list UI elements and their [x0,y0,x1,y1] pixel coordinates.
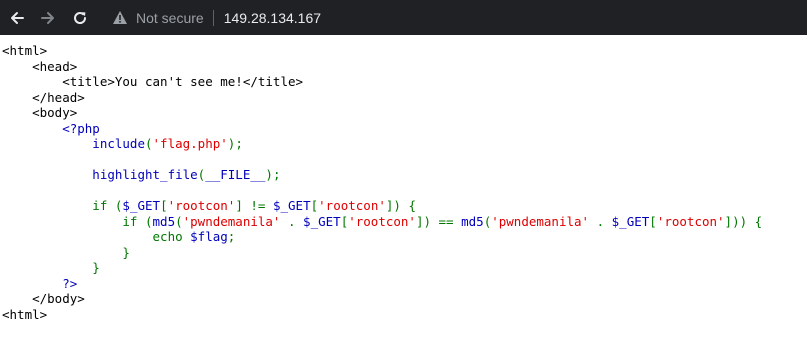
page-content: <html> <head> <title>You can't see me!</… [0,35,807,344]
code-line: ?> [2,276,807,292]
code-line: } [2,260,807,276]
code-token: } [2,260,100,275]
code-token: include [2,136,145,151]
code-token: md5 [152,213,176,229]
code-token: ); [227,136,243,151]
code-token: if ( [2,213,153,229]
code-token: 'pwndemanila' [491,213,590,229]
code-token: ; [227,229,236,244]
code-token: 'rootcon' [348,213,416,229]
code-line: <html> [2,43,807,59]
browser-toolbar: Not secure 149.28.134.167 [0,0,807,35]
code-token: . [589,213,612,229]
code-token: highlight_file [2,167,198,182]
code-token: $flag [190,229,228,244]
code-token: $_GET [272,198,311,213]
code-token: [ [649,213,657,229]
code-token: [ [310,198,319,213]
code-token: ( [175,213,183,229]
code-token: 'rootcon' [318,198,386,213]
address-bar[interactable]: Not secure 149.28.134.167 [104,4,804,31]
code-token: if ( [2,198,123,213]
reload-icon [74,12,87,24]
code-token: ] != [235,198,273,213]
code-line: } [2,245,807,261]
code-token: echo [2,229,191,244]
code-token: 'pwndemanila' [182,213,281,229]
code-token: <html> [2,306,48,322]
code-line: if (md5('pwndemanila' . $_GET['rootcon']… [2,214,807,230]
code-token: <body> [2,105,78,120]
code-token: ])) { [724,213,763,229]
code-token: $_GET [611,213,650,229]
code-token: </body> [2,291,85,306]
url-text[interactable]: 149.28.134.167 [224,10,321,26]
code-token: 'rootcon' [167,198,236,213]
code-line: include('flag.php'); [2,136,807,152]
code-line: </head> [2,90,807,106]
code-token: ]) { [385,198,416,213]
code-token: md5 [461,213,484,229]
code-line: <?php [2,121,807,137]
warning-triangle-icon[interactable] [112,10,128,26]
code-token: $_GET [122,198,161,213]
code-token: $_GET [303,213,341,229]
code-line: echo $flag; [2,229,807,245]
code-token: } [2,244,130,260]
code-line: highlight_file(__FILE__); [2,167,807,183]
code-token: <html> [2,43,48,58]
forward-button[interactable] [36,6,60,30]
forward-arrow-icon [41,12,54,24]
reload-button[interactable] [68,6,92,30]
code-token: [ [160,198,168,213]
omnibox-divider [212,9,214,26]
code-token: ( [145,136,153,151]
code-token: </head> [2,89,85,105]
code-line: </body> [2,291,807,307]
code-line: <body> [2,105,807,121]
code-token: <head> [2,58,78,74]
back-button[interactable] [5,6,29,30]
code-token: 'rootcon' [656,213,725,229]
code-line: <html> [2,307,807,323]
code-token: ?> [2,275,78,291]
code-token: __FILE__ [205,167,266,182]
security-status-label[interactable]: Not secure [136,10,204,26]
code-token: ); [265,167,281,182]
code-token: <?php [2,120,100,136]
code-token: ]) == [415,213,462,229]
back-arrow-icon [11,12,24,24]
code-token: <title>You can't see me!</title> [2,74,304,89]
code-line: <title>You can't see me!</title> [2,74,807,90]
code-line: <head> [2,59,807,75]
code-token: . [280,213,304,229]
code-token: 'flag.php' [152,136,228,151]
code-line: if ($_GET['rootcon'] != $_GET['rootcon']… [2,198,807,214]
highlighted-source-code: <html> <head> <title>You can't see me!</… [0,35,807,322]
